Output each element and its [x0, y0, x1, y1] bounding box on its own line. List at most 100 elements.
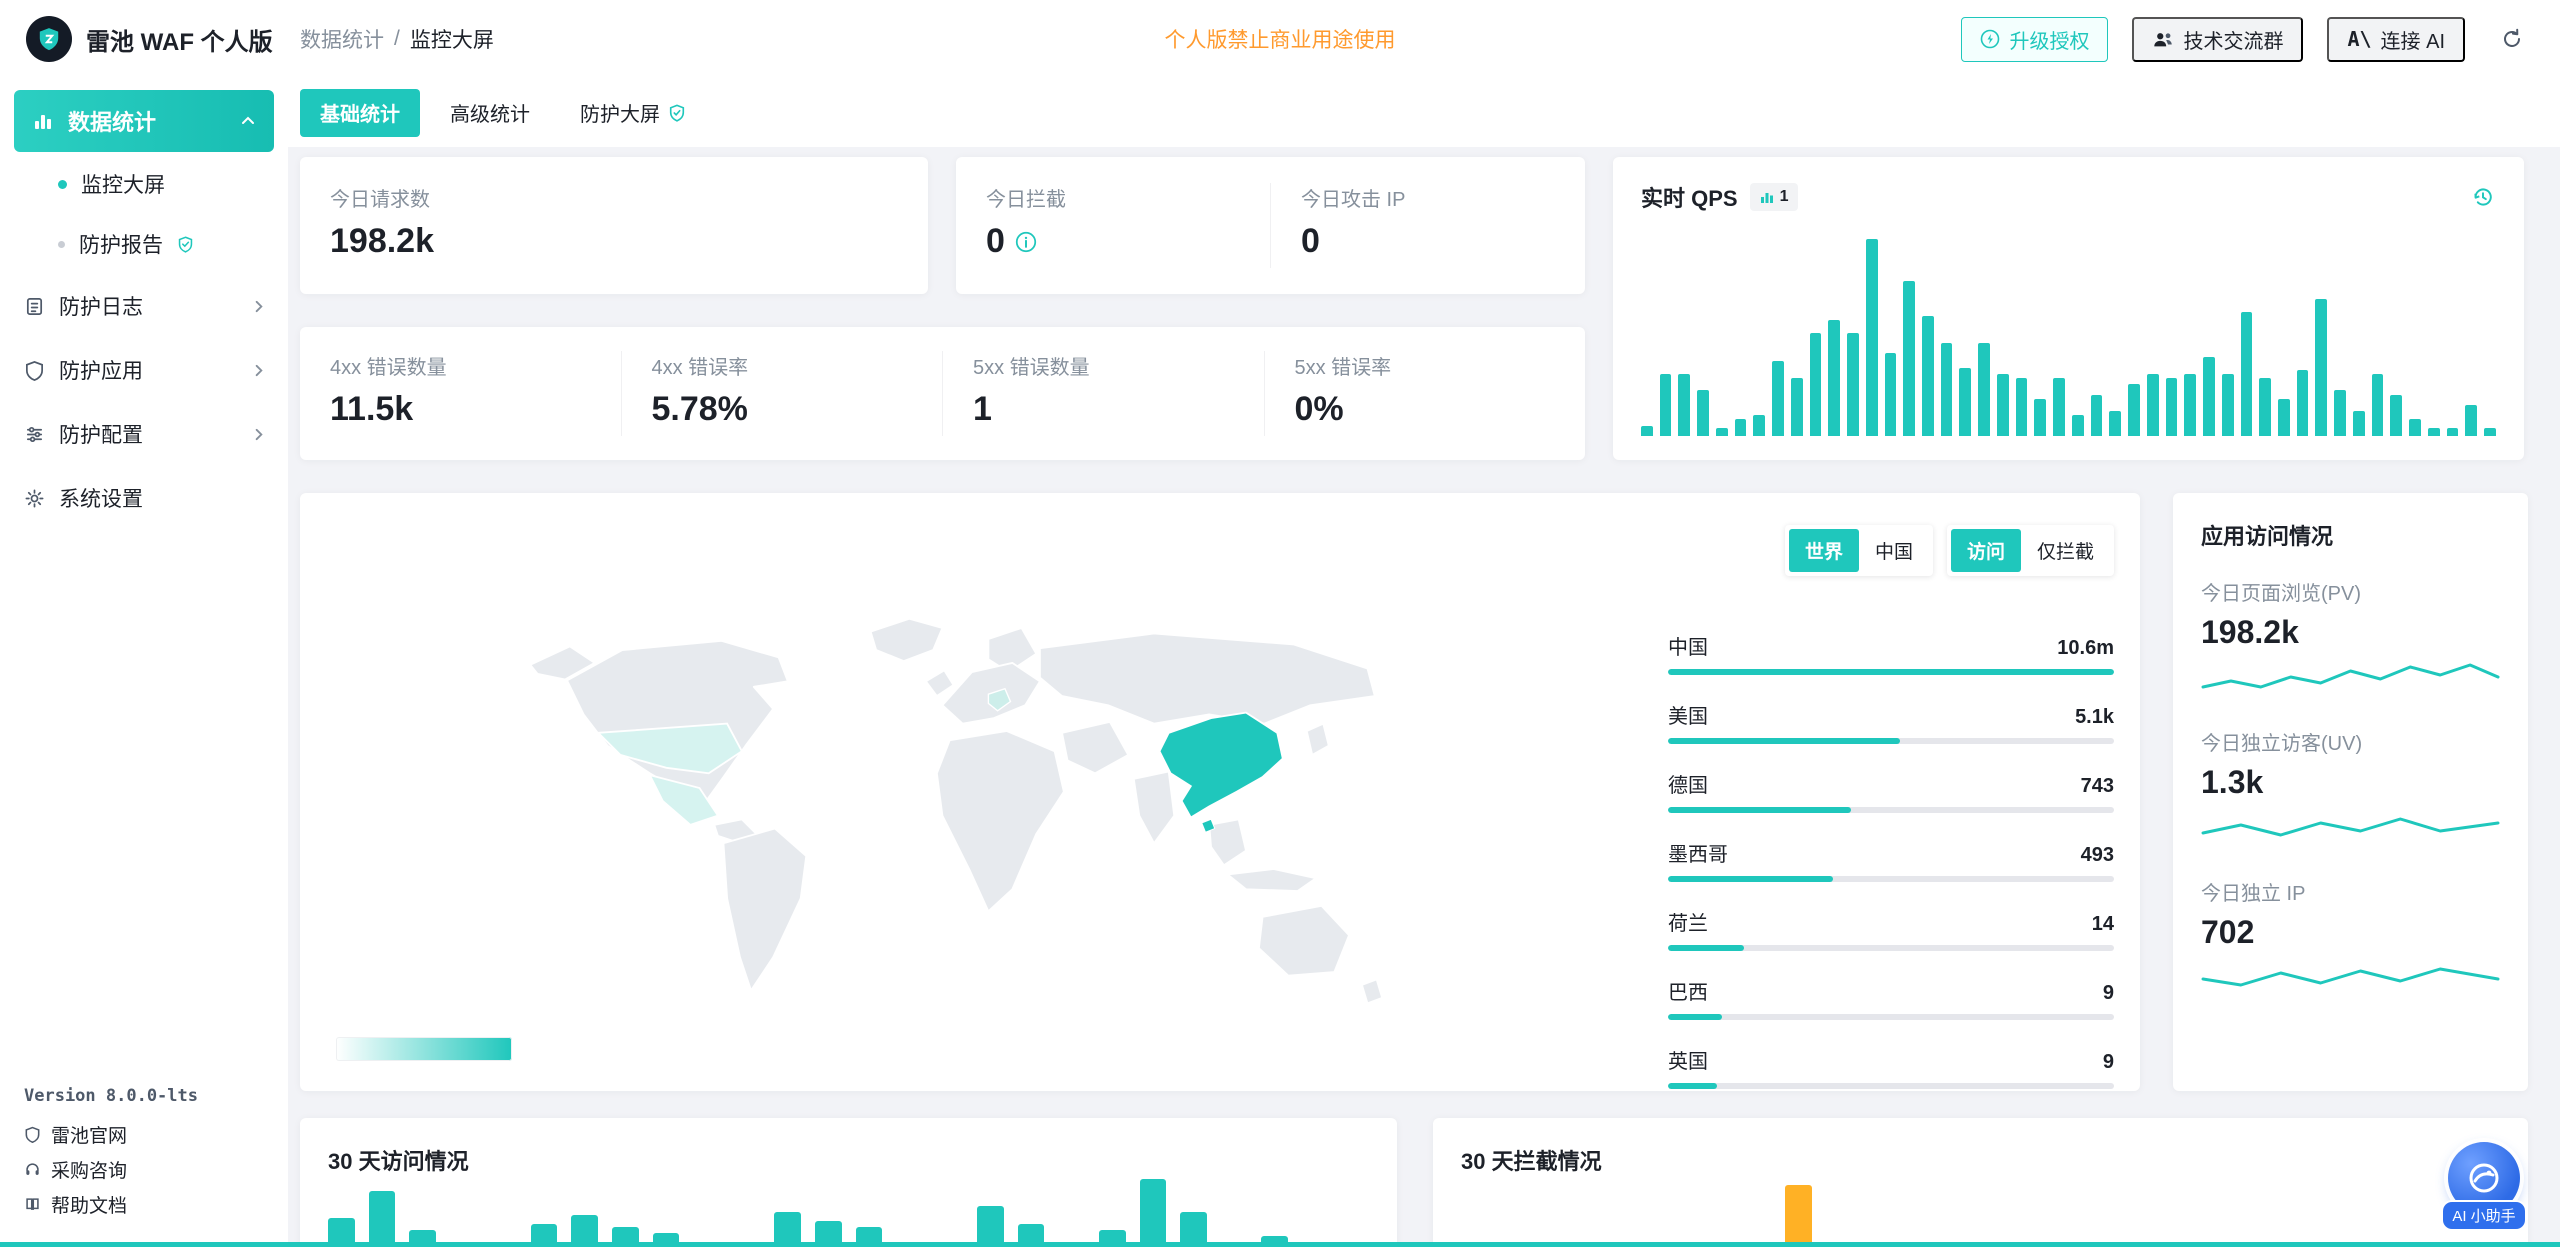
stat-label: 5xx 错误率 [1295, 351, 1556, 380]
mode-option-visits[interactable]: 访问 [1951, 529, 2021, 572]
chart-bar [2034, 399, 2046, 436]
shield-check-badge-icon [177, 236, 194, 253]
chart-bar [2353, 411, 2365, 436]
country-name: 墨西哥 [1668, 838, 1728, 867]
country-row[interactable]: 巴西9 [1668, 976, 2114, 1020]
map-color-legend [336, 1037, 512, 1061]
country-row[interactable]: 德国 743 [1668, 769, 2114, 813]
link-label: 采购咨询 [51, 1156, 127, 1183]
shield-icon [24, 360, 45, 381]
monitor-shield-icon [668, 104, 686, 122]
card-error-stats: 4xx 错误数量 11.5k 4xx 错误率 5.78% 5xx 错误数量 1 … [300, 327, 1585, 460]
country-bar-fill [1668, 1014, 1722, 1020]
info-icon[interactable] [1015, 231, 1037, 253]
country-row[interactable]: 美国5.1k [1668, 700, 2114, 744]
link-official-site[interactable]: 雷池官网 [24, 1122, 264, 1146]
breadcrumb-section[interactable]: 数据统计 [300, 24, 384, 54]
tab-strip: 基础统计 高级统计 防护大屏 [288, 78, 2560, 147]
ai-assistant-button[interactable]: AI 小助手 [2442, 1142, 2526, 1229]
chart-bar [2259, 378, 2271, 436]
book-icon [24, 1196, 41, 1213]
country-row[interactable]: 荷兰14 [1668, 907, 2114, 951]
country-bar-track [1668, 1014, 2114, 1020]
country-bar-fill [1668, 738, 1900, 744]
country-row[interactable]: 墨西哥493 [1668, 838, 2114, 882]
chart-bar [1997, 374, 2009, 436]
headset-icon [24, 1161, 41, 1178]
sidebar-item-data-stats[interactable]: 数据统计 [14, 90, 274, 152]
blocks-30d-bar-chart [1461, 1170, 2500, 1247]
country-value: 14 [2092, 913, 2114, 936]
link-label: 帮助文档 [51, 1191, 127, 1218]
community-button[interactable]: 技术交流群 [2132, 17, 2303, 62]
sidebar: 数据统计 监控大屏 防护报告 防护日志 防护应用 [0, 78, 288, 1247]
app-logo-icon[interactable] [26, 16, 72, 62]
link-docs[interactable]: 帮助文档 [24, 1192, 264, 1216]
sidebar-item-label: 防护配置 [59, 419, 143, 449]
chart-bar [977, 1206, 1004, 1247]
country-name: 德国 [1668, 769, 1708, 798]
qps-badge[interactable]: 1 [1750, 183, 1799, 211]
chevron-right-icon [251, 363, 266, 378]
upgrade-button[interactable]: 升级授权 [1961, 17, 2108, 62]
chart-bar [1885, 353, 1897, 436]
stat-label: 今日请求数 [330, 183, 898, 212]
chart-bar [1772, 361, 1784, 436]
stat-value: 0 [1301, 222, 1555, 261]
chart-bar [1922, 316, 1934, 436]
link-purchase[interactable]: 采购咨询 [24, 1157, 264, 1181]
country-row[interactable]: 中国10.6m [1668, 631, 2114, 675]
chart-bar [2016, 378, 2028, 436]
chart-bar [2241, 312, 2253, 436]
tab-label: 基础统计 [320, 98, 400, 127]
mode-option-blocked[interactable]: 仅拦截 [2021, 529, 2110, 572]
sidebar-item-protection-config[interactable]: 防护配置 [0, 402, 288, 466]
chart-bar [1959, 368, 1971, 436]
tab-label: 防护大屏 [580, 98, 660, 127]
country-value: 9 [2103, 1051, 2114, 1074]
country-value: 5.1k [2075, 706, 2114, 729]
visits-30d-bar-chart [328, 1170, 1369, 1247]
sidebar-item-protection-logs[interactable]: 防护日志 [0, 274, 288, 338]
main-area: 基础统计 高级统计 防护大屏 今日请求数 198.2k 今日拦截 0 [288, 78, 2560, 1247]
sidebar-item-monitor-screen[interactable]: 监控大屏 [0, 154, 288, 214]
country-bar-fill [1668, 807, 1851, 813]
stat-label: 4xx 错误率 [652, 351, 913, 380]
history-icon[interactable] [2470, 184, 2496, 210]
tab-basic-stats[interactable]: 基础统计 [300, 89, 420, 137]
tab-advanced-stats[interactable]: 高级统计 [430, 89, 550, 137]
metric-label: 今日独立 IP [2201, 877, 2500, 906]
refresh-button[interactable] [2489, 17, 2534, 62]
country-ranking-list: 中国10.6m 美国5.1k 德国 743 墨西哥493 [1668, 631, 2114, 1114]
dashboard-content: 今日请求数 198.2k 今日拦截 0 今日攻击 IP 0 [288, 147, 2560, 1247]
active-dot-icon [58, 180, 67, 189]
world-map[interactable] [490, 593, 1450, 1053]
sidebar-item-system-settings[interactable]: 系统设置 [0, 466, 288, 530]
metric-label: 今日页面浏览(PV) [2201, 577, 2500, 606]
chart-bar [1716, 428, 1728, 436]
ai-assistant-label: AI 小助手 [2443, 1202, 2524, 1229]
country-value: 743 [2081, 775, 2114, 798]
sidebar-item-protection-report[interactable]: 防护报告 [0, 214, 288, 274]
chart-bar [2315, 299, 2327, 436]
shield-small-icon [24, 1126, 41, 1143]
region-option-world[interactable]: 世界 [1789, 529, 1859, 572]
country-value: 10.6m [2057, 637, 2114, 660]
chart-bar [1678, 374, 1690, 436]
region-option-china[interactable]: 中国 [1859, 529, 1929, 572]
chart-bar [1847, 333, 1859, 437]
connect-ai-label: 连接 AI [2381, 25, 2445, 54]
chart-bar [1903, 281, 1915, 436]
chart-bar [2184, 374, 2196, 436]
chart-bar [2334, 390, 2346, 436]
connect-ai-button[interactable]: A\ 连接 AI [2327, 17, 2465, 62]
sidebar-item-protection-apps[interactable]: 防护应用 [0, 338, 288, 402]
stat-label: 今日拦截 [986, 183, 1240, 212]
chart-bar [2072, 415, 2084, 436]
sidebar-item-label: 系统设置 [59, 483, 143, 513]
top-bar: 雷池 WAF 个人版 数据统计 / 监控大屏 个人版禁止商业用途使用 升级授权 … [0, 0, 2560, 78]
country-bar-track [1668, 738, 2114, 744]
country-row[interactable]: 英国9 [1668, 1045, 2114, 1089]
chart-bar [2278, 399, 2290, 436]
tab-protection-screen[interactable]: 防护大屏 [560, 89, 706, 137]
